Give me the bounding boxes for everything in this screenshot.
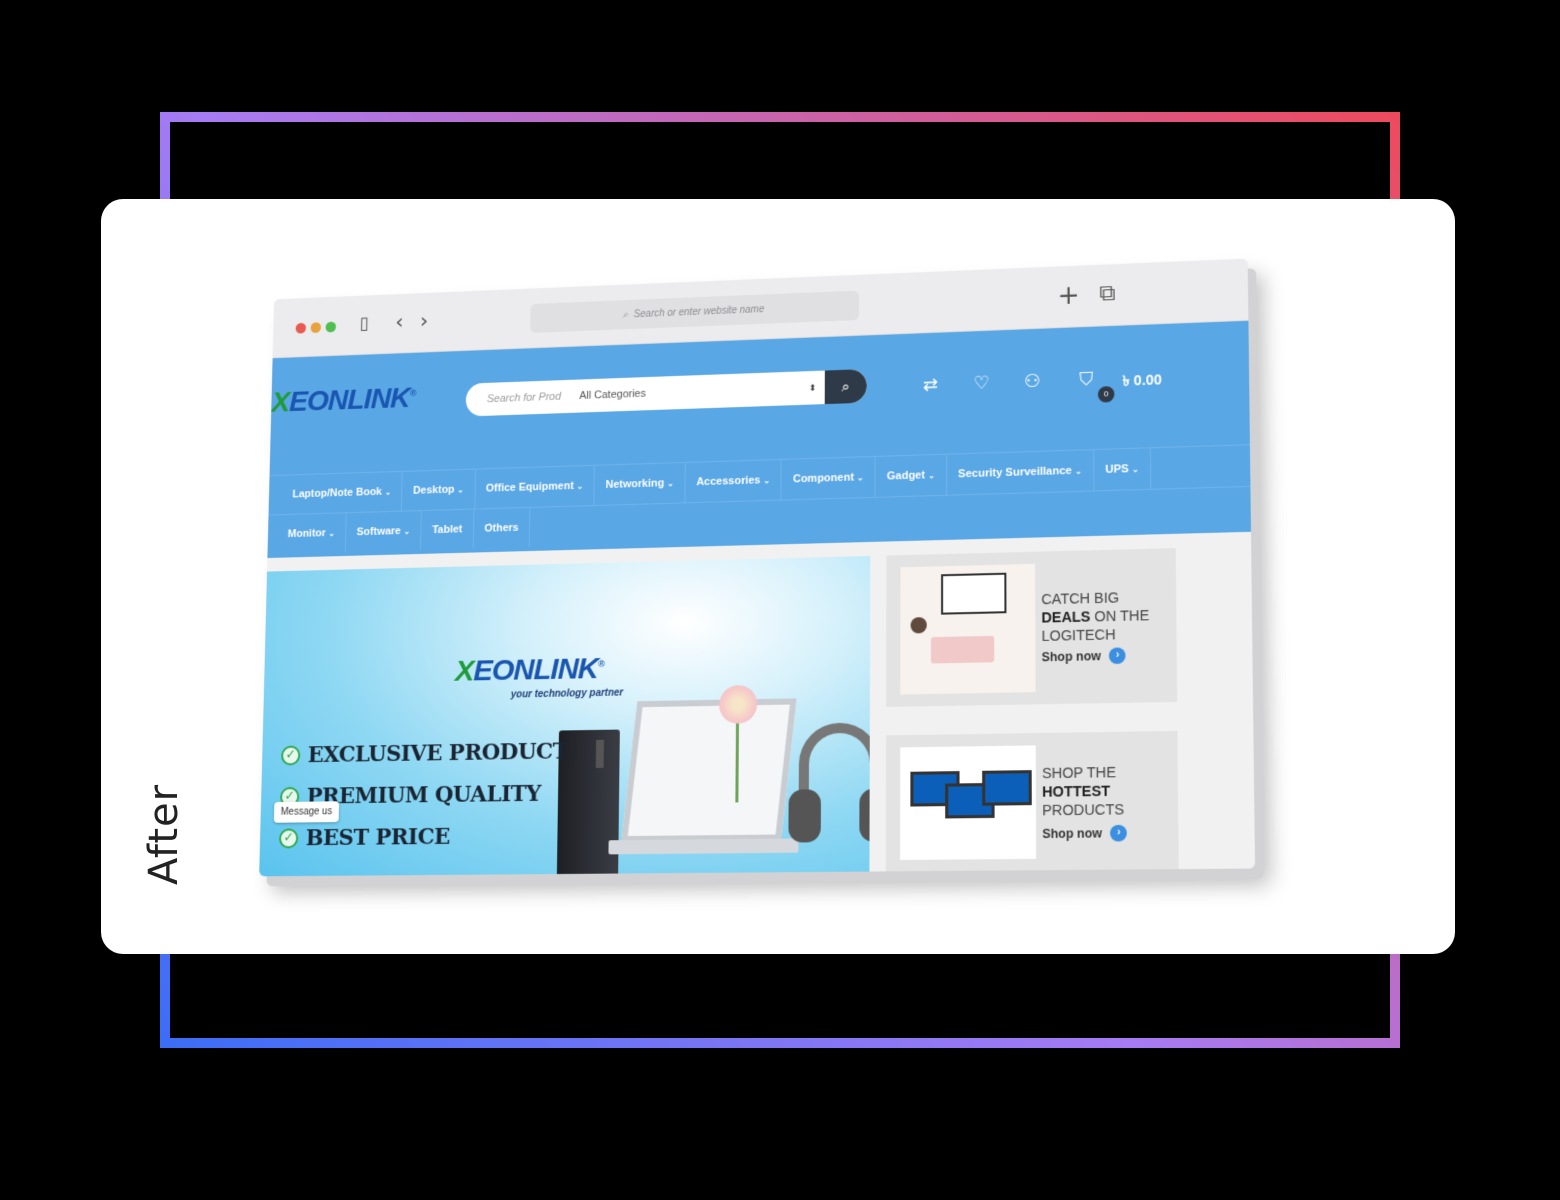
- hero-logo: XEONLINK®: [455, 652, 604, 689]
- nav-item[interactable]: Tablet: [421, 509, 474, 550]
- maximize-dot[interactable]: [326, 322, 337, 333]
- sidebar-icon[interactable]: ▯: [359, 312, 369, 337]
- hero-banner[interactable]: XEONLINK® your technology partner ✓ EXCL…: [259, 556, 870, 876]
- close-dot[interactable]: [296, 323, 307, 334]
- nav-item[interactable]: UPS ⌄: [1094, 448, 1151, 490]
- check-icon: ✓: [281, 746, 300, 766]
- minimize-dot[interactable]: [311, 322, 322, 333]
- cart-count-badge: 0: [1098, 386, 1115, 403]
- browser-mockup: ▯ ‹ › ⌕ Search or enter website name + ⧉…: [259, 258, 1266, 896]
- cart-total[interactable]: ৳ 0.00: [1122, 368, 1162, 394]
- feature-item: ✓ EXCLUSIVE PRODUCT: [281, 738, 569, 768]
- nav-item[interactable]: Desktop ⌄: [402, 470, 475, 511]
- account-icon[interactable]: ⚇: [1024, 371, 1041, 393]
- product-search: Search for Prod All Categories ⬍ ⌕: [466, 369, 867, 417]
- category-select[interactable]: All Categories: [579, 382, 809, 402]
- address-bar[interactable]: ⌕ Search or enter website name: [530, 291, 859, 333]
- desk-setup-image: [900, 564, 1035, 695]
- message-us-button[interactable]: Message us: [274, 801, 339, 823]
- nav-item[interactable]: Accessories ⌄: [685, 460, 782, 502]
- nav-item[interactable]: Software ⌄: [346, 511, 422, 552]
- nav-item[interactable]: Monitor ⌄: [277, 513, 347, 554]
- select-arrow-icon: ⬍: [809, 382, 825, 393]
- promo-card-logitech[interactable]: CATCH BIG DEALS ON THE LOGITECH Shop now…: [886, 548, 1177, 707]
- new-tab-icon[interactable]: +: [1057, 282, 1079, 309]
- chevron-down-icon: ⌄: [763, 476, 770, 485]
- forward-icon[interactable]: ›: [420, 309, 429, 334]
- hero-tagline: your technology partner: [511, 687, 624, 700]
- tabs-overview-icon[interactable]: ⧉: [1099, 281, 1115, 308]
- wishlist-icon[interactable]: ♡: [973, 372, 989, 393]
- chevron-down-icon: ⌄: [667, 479, 674, 488]
- back-icon[interactable]: ‹: [395, 310, 404, 335]
- search-input[interactable]: Search for Prod: [466, 390, 580, 406]
- after-label: After: [141, 784, 187, 885]
- search-icon: ⌕: [622, 309, 628, 320]
- compare-icon[interactable]: ⇄: [923, 374, 938, 395]
- headset-ear-right: [859, 788, 870, 842]
- feature-item: ✓ BEST PRICE: [279, 824, 450, 852]
- laptop-base: [608, 838, 798, 854]
- arrow-right-icon: ›: [1109, 647, 1126, 664]
- chevron-down-icon: ⌄: [404, 526, 411, 535]
- nav-item[interactable]: Security Surveillance ⌄: [947, 450, 1094, 495]
- chevron-down-icon: ⌄: [328, 529, 335, 538]
- laptop-image: [621, 698, 796, 842]
- laptops-image: [900, 745, 1036, 860]
- website: XEONLINK® Search for Prod All Categories…: [259, 321, 1255, 877]
- promo-card-hottest[interactable]: SHOP THE HOTTEST PRODUCTS Shop now ›: [886, 731, 1179, 872]
- nav-item[interactable]: Office Equipment ⌄: [475, 466, 595, 509]
- chevron-down-icon: ⌄: [457, 485, 464, 494]
- chevron-down-icon: ⌄: [577, 482, 584, 491]
- site-logo[interactable]: XEONLINK®: [271, 382, 415, 420]
- chevron-down-icon: ⌄: [1075, 467, 1082, 476]
- shop-now-link[interactable]: Shop now ›: [1042, 647, 1126, 665]
- stage: After ▯ ‹ › ⌕ Search or enter website na…: [0, 0, 1560, 1200]
- chevron-down-icon: ⌄: [857, 473, 864, 482]
- nav-item[interactable]: Gadget ⌄: [876, 455, 947, 497]
- search-button[interactable]: ⌕: [825, 369, 867, 404]
- chevron-down-icon: ⌄: [385, 488, 392, 497]
- promo-text: CATCH BIG DEALS ON THE LOGITECH: [1041, 588, 1149, 645]
- nav-item[interactable]: Networking ⌄: [595, 463, 686, 505]
- main-content: XEONLINK® your technology partner ✓ EXCL…: [259, 546, 1255, 876]
- check-icon: ✓: [279, 828, 299, 848]
- chevron-down-icon: ⌄: [1132, 465, 1139, 474]
- browser-window: ▯ ‹ › ⌕ Search or enter website name + ⧉…: [259, 259, 1255, 877]
- cart-icon[interactable]: ⛉: [1079, 369, 1093, 391]
- arrow-right-icon: ›: [1110, 825, 1127, 842]
- address-placeholder: Search or enter website name: [634, 304, 765, 320]
- nav-item[interactable]: Laptop/Note Book ⌄: [282, 472, 403, 514]
- shop-now-link[interactable]: Shop now ›: [1042, 825, 1127, 842]
- chevron-down-icon: ⌄: [928, 471, 935, 480]
- flower-stem: [735, 722, 739, 803]
- nav-item[interactable]: Component ⌄: [782, 457, 876, 500]
- promo-text: SHOP THE HOTTEST PRODUCTS: [1042, 763, 1124, 820]
- headset-ear-left: [788, 789, 821, 842]
- nav-item[interactable]: Others: [474, 507, 531, 548]
